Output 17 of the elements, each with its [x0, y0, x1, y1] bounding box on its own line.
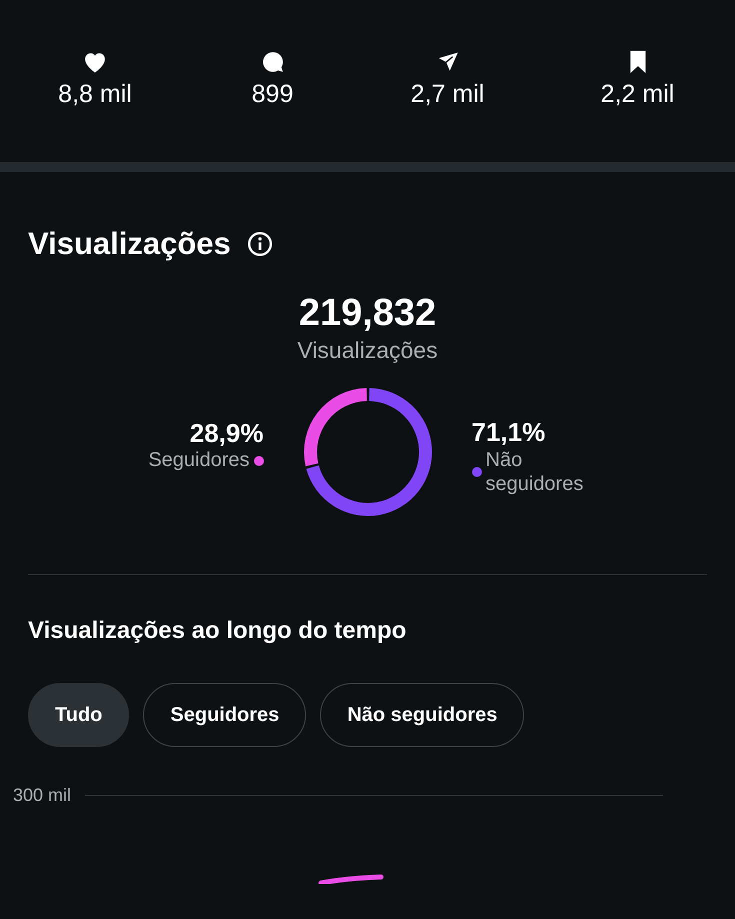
total-label: Visualizações — [297, 337, 438, 364]
section-title: Visualizações — [28, 226, 231, 262]
legend-label: Seguidores — [148, 449, 250, 472]
legend-percent: 71,1% — [472, 416, 546, 448]
stat-count: 2,7 mil — [410, 80, 484, 109]
filter-chip[interactable]: Tudo — [28, 683, 130, 747]
legend-percent: 28,9% — [190, 418, 264, 449]
axis-label: 300 mil — [13, 785, 72, 806]
section-subtitle: Visualizações ao longo do tempo — [28, 617, 408, 645]
stat-count: 8,8 mil — [58, 80, 132, 109]
stat-count: 899 — [252, 80, 294, 109]
filter-chip[interactable]: Seguidores — [143, 683, 306, 747]
filter-chip[interactable]: Não seguidores — [320, 683, 524, 747]
info-icon[interactable] — [246, 231, 273, 257]
stat-count: 2,2 mil — [600, 80, 674, 109]
legend-label: Não seguidores — [486, 448, 584, 496]
total-views: 219,832 — [298, 292, 436, 335]
